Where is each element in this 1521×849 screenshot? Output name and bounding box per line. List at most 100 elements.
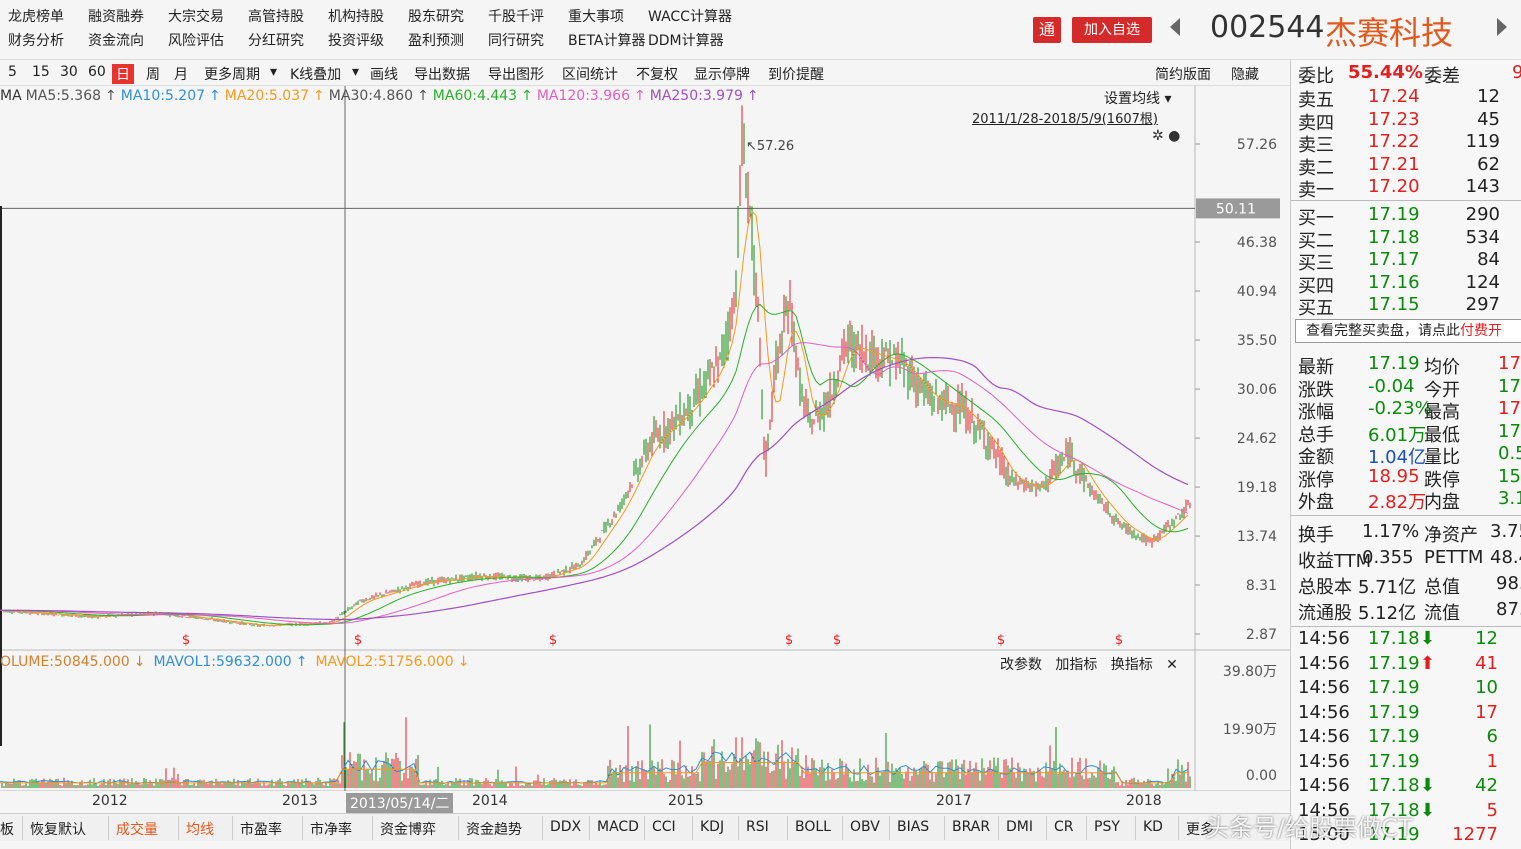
indicator-tab[interactable]: 资金趋势 (466, 819, 522, 839)
toolbar-item[interactable]: 不复权 (636, 64, 678, 84)
indicator-tab[interactable]: CR (1054, 819, 1074, 835)
quote-label2: 内盘 (1424, 492, 1460, 513)
indicator-tab[interactable]: BIAS (897, 819, 929, 835)
add-watchlist-button[interactable]: 加入自选 (1072, 17, 1152, 43)
x-axis-label: 2013/05/14/二 (346, 793, 454, 813)
next-stock-icon[interactable] (1497, 18, 1507, 36)
toolbar-item[interactable]: 月 (174, 64, 188, 84)
toolbar-item[interactable]: 显示停牌 (694, 64, 750, 84)
top-link[interactable]: 龙虎榜单 (8, 6, 88, 30)
top-link[interactable]: BETA计算器 (568, 30, 648, 54)
buy-price: 17.16 (1368, 271, 1420, 293)
x-axis-label: 2018 (1126, 793, 1162, 809)
arrow-down-icon: ↓ (133, 654, 146, 670)
quote-value2: 17.0 (1498, 420, 1521, 442)
top-link[interactable]: 重大事项 (568, 6, 648, 30)
tab-separator (1135, 816, 1136, 840)
ma-settings-button[interactable]: 设置均线 ▾ (1104, 88, 1171, 108)
tick-time: 14:56 (1298, 775, 1350, 796)
toolbar-item[interactable]: 15 (32, 64, 50, 80)
indicator-tab[interactable]: RSI (746, 819, 769, 835)
top-link[interactable]: 风险评估 (168, 30, 248, 54)
ma-legend: MA MA5:5.368 ↑ MA10:5.207 ↑ MA20:5.037 ↑ MA30:4… (0, 88, 763, 104)
top-link[interactable]: DDM计算器 (648, 30, 728, 54)
toolbar-item[interactable]: 导出数据 (414, 64, 470, 84)
buy-price: 17.18 (1368, 226, 1420, 248)
date-range-label[interactable]: 2011/1/28-2018/5/9(1607根) (972, 108, 1158, 127)
indicator-tab[interactable]: 市净率 (310, 819, 352, 839)
tick-volume: 41 (1475, 652, 1498, 674)
toolbar-item[interactable]: 30 (60, 64, 78, 80)
indicator-tab[interactable]: 板 (0, 819, 14, 839)
full-orderbook-link[interactable]: 查看完整买卖盘，请点此付费开 (1295, 319, 1521, 343)
tick-time: 14:56 (1298, 677, 1350, 698)
top-link[interactable]: 大宗交易 (168, 6, 248, 30)
top-link[interactable]: 资金流向 (88, 30, 168, 54)
arrow-up-icon: ↑ (417, 88, 429, 104)
toolbar-item[interactable]: 周 (146, 64, 160, 84)
indicator-tab[interactable]: 市盈率 (240, 819, 282, 839)
tick-time: 14:56 (1298, 750, 1350, 772)
indicator-tab[interactable]: 资金博弈 (380, 819, 436, 839)
peak-label: ↖57.26 (746, 139, 794, 154)
indicator-tab[interactable]: CCI (652, 819, 676, 835)
top-link[interactable]: 盈利预测 (408, 30, 488, 54)
swap-indicator-button[interactable]: 换指标 (1111, 657, 1153, 673)
toolbar-right-item[interactable]: 隐藏 (1231, 64, 1259, 84)
indicator-tab[interactable]: OBV (850, 819, 880, 835)
top-link[interactable]: 千股千评 (488, 6, 568, 30)
top-link[interactable]: 股东研究 (408, 6, 488, 30)
toolbar-item[interactable]: 5 (8, 64, 17, 80)
indicator-tab[interactable]: 均线 (186, 819, 214, 839)
toolbar-item[interactable]: 更多周期 (204, 64, 260, 84)
indicator-tab[interactable]: KD (1143, 819, 1163, 835)
price-axis-label: 24.62 (1237, 431, 1277, 447)
close-icon[interactable]: ✕ (1166, 657, 1178, 673)
ma-legend-item: MA20:5.037 (224, 88, 310, 104)
paid-link[interactable]: 付费开 (1460, 323, 1502, 339)
add-indicator-button[interactable]: 加指标 (1055, 657, 1097, 673)
top-link[interactable]: 融资融券 (88, 6, 168, 30)
top-link[interactable]: 分红研究 (248, 30, 328, 54)
toolbar-item[interactable]: 60 (88, 64, 106, 80)
toolbar-item[interactable]: 日 (112, 64, 134, 84)
prev-stock-icon[interactable] (1170, 18, 1180, 36)
indicator-tab[interactable]: DMI (1006, 819, 1033, 835)
fund-value2: 98.22 (1496, 573, 1521, 594)
indicator-tab[interactable]: KDJ (700, 819, 724, 835)
indicator-tab[interactable]: DDX (550, 819, 581, 835)
toolbar-right-item[interactable]: 简约版面 (1155, 64, 1211, 84)
indicator-tab[interactable]: 恢复默认 (30, 819, 86, 839)
toolbar-item[interactable]: 导出图形 (488, 64, 544, 84)
arrow-down-icon: ⬇ (1420, 628, 1436, 649)
top-link[interactable]: 财务分析 (8, 30, 88, 54)
ma-legend-item: MA30:4.860 (328, 88, 414, 104)
tab-separator (944, 816, 945, 840)
toolbar-item[interactable]: K线叠加 (290, 64, 341, 84)
indicator-tab[interactable]: BRAR (952, 819, 990, 835)
toolbar-item[interactable]: 区间统计 (562, 64, 618, 84)
dropdown-arrow-icon[interactable]: ▾ (352, 64, 359, 80)
quote-value: 18.95 (1368, 465, 1420, 487)
indicator-tab[interactable]: BOLL (795, 819, 831, 835)
top-link[interactable]: 投资评级 (328, 30, 408, 54)
top-link[interactable]: 高管持股 (248, 6, 328, 30)
top-link[interactable]: 同行研究 (488, 30, 568, 54)
toolbar-item[interactable]: 画线 (370, 64, 398, 84)
sell-price: 17.23 (1368, 108, 1420, 130)
volume-axis-label: 0.00 (1246, 768, 1277, 784)
toolbar-item[interactable]: 到价提醒 (768, 64, 824, 84)
dividend-marker: $ (833, 633, 841, 648)
indicator-tab[interactable]: 成交量 (116, 819, 158, 839)
kline-chart[interactable]: 57.26 46.38 40.94 35.50 30.06 24.62 19.18 13.74… (0, 86, 1290, 791)
arrow-down-icon: ↓ (457, 654, 470, 670)
indicator-tab[interactable]: PSY (1094, 819, 1120, 835)
change-params-button[interactable]: 改参数 (1000, 657, 1042, 673)
indicator-tab[interactable]: MACD (597, 819, 639, 835)
tong-badge[interactable]: 通 (1033, 17, 1061, 43)
top-link[interactable]: 机构持股 (328, 6, 408, 30)
top-link[interactable]: WACC计算器 (648, 6, 732, 30)
quote-value2: 17.0 (1498, 375, 1521, 397)
ma-legend-item: MA250:3.979 (649, 88, 743, 104)
dropdown-arrow-icon[interactable]: ▾ (270, 64, 277, 80)
